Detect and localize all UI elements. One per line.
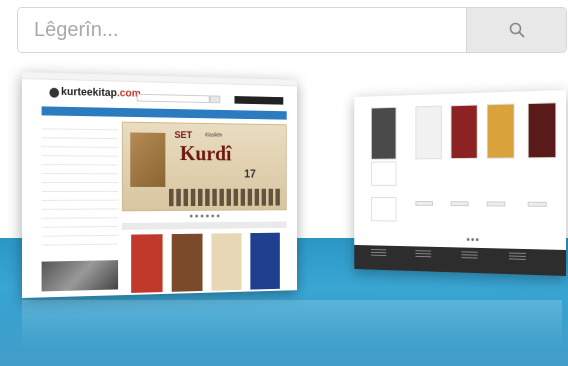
preview-category-item xyxy=(41,235,119,246)
banner-set-label: SET xyxy=(174,130,193,141)
preview-hero-banner: SET Klasîkên Kurdî 17 xyxy=(121,121,287,212)
preview-search-input xyxy=(136,93,210,104)
preview-top-strip xyxy=(22,72,297,87)
preview-category-item xyxy=(41,191,119,201)
search-icon xyxy=(509,22,524,38)
product-card-image xyxy=(415,105,442,160)
search-button[interactable] xyxy=(466,8,566,52)
footer-column xyxy=(415,250,432,259)
logo-text: kurteekitap.com xyxy=(61,85,141,100)
footer-column xyxy=(508,252,526,262)
add-to-cart-button xyxy=(450,201,469,207)
footer-column xyxy=(461,251,478,260)
pagination-dot xyxy=(471,238,475,242)
banner-pagination-dots xyxy=(189,214,220,218)
pagination-dot xyxy=(195,214,198,218)
product-card-image xyxy=(450,104,478,160)
book-cover xyxy=(131,234,163,293)
preview-category-item xyxy=(41,165,119,175)
preview-search-button xyxy=(209,95,221,104)
preview-cart-button xyxy=(234,96,284,105)
promo-banner: kurteekitap.com xyxy=(0,0,568,366)
preview-sidebar-image xyxy=(41,260,119,292)
pagination-dot xyxy=(200,214,204,218)
preview-logo: kurteekitap.com xyxy=(49,85,141,100)
banner-portraits xyxy=(168,188,283,207)
banner-subtitle: Klasîkên xyxy=(205,132,223,139)
website-preview-home: kurteekitap.com SET Klasîkên Kurdî 17 xyxy=(22,72,297,298)
screen-reflection xyxy=(22,300,562,350)
add-to-cart-button xyxy=(415,200,433,206)
book-cover xyxy=(250,232,280,290)
pagination-dot xyxy=(475,238,479,242)
add-to-cart-button xyxy=(527,201,547,207)
carousel-dots xyxy=(466,237,479,242)
footer-column xyxy=(370,249,387,258)
preview-section-bar xyxy=(121,221,287,230)
add-to-cart-button xyxy=(486,201,506,207)
preview-category-sidebar xyxy=(41,120,119,269)
preview-category-item xyxy=(41,174,119,184)
website-preview-products xyxy=(354,90,566,276)
preview-product-grid xyxy=(354,90,566,160)
logo-icon xyxy=(49,87,60,98)
product-card-image xyxy=(486,103,515,159)
product-card-image xyxy=(370,106,397,160)
book-cover xyxy=(211,233,242,291)
pagination-dot xyxy=(211,214,215,218)
search-input[interactable] xyxy=(18,8,466,52)
preview-navbar xyxy=(41,106,287,120)
pagination-dot xyxy=(466,237,470,241)
banner-title: Kurdî xyxy=(179,140,232,166)
product-card-image xyxy=(370,196,397,222)
product-card-image xyxy=(527,102,557,159)
product-card-image xyxy=(370,161,397,186)
book-cover xyxy=(171,233,203,292)
search-bar xyxy=(17,7,567,53)
preview-category-item xyxy=(41,183,119,192)
pagination-dot xyxy=(216,214,220,218)
pagination-dot xyxy=(189,214,193,218)
preview-category-item xyxy=(41,156,119,166)
banner-count: 17 xyxy=(244,167,256,181)
pagination-dot xyxy=(206,214,209,218)
book-box-image xyxy=(130,132,166,187)
